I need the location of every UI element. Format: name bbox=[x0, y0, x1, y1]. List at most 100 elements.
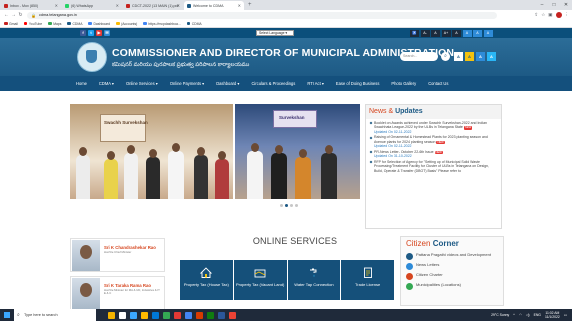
url-input[interactable]: 🔒 cdma.telangana.gov.in bbox=[27, 11, 497, 19]
notifications-icon[interactable]: ▭ bbox=[564, 313, 567, 317]
browser-tab[interactable]: Inbox - Mox (850) ✕ bbox=[1, 1, 61, 10]
slider-dot-active[interactable] bbox=[285, 204, 288, 207]
taskbar-app-icon[interactable] bbox=[119, 311, 126, 319]
search-icon[interactable]: ⌕ bbox=[441, 52, 450, 61]
taskbar-app-icon[interactable] bbox=[185, 311, 192, 319]
forward-icon[interactable]: → bbox=[10, 12, 17, 18]
citizen-corner-item[interactable]: Municipalities (Locations) bbox=[401, 281, 503, 291]
bookmark-item[interactable]: Dashboard bbox=[88, 22, 110, 26]
language-indicator[interactable]: ENG bbox=[534, 313, 541, 317]
bookmark-item[interactable]: CDMA bbox=[67, 22, 82, 26]
bookmark-item[interactable]: Gmail bbox=[4, 22, 18, 26]
accessibility-button[interactable]: A- bbox=[420, 29, 430, 37]
taskbar-app-icon[interactable] bbox=[108, 311, 115, 319]
minimize-icon[interactable]: – bbox=[536, 0, 548, 10]
taskbar-app-icon[interactable] bbox=[174, 311, 181, 319]
nav-item[interactable]: Online Payments ▾ bbox=[169, 81, 205, 86]
nav-item[interactable]: Online Services ▾ bbox=[125, 81, 159, 86]
maximize-icon[interactable]: □ bbox=[548, 0, 560, 10]
accessibility-button[interactable]: A+ bbox=[441, 29, 451, 37]
new-tab-button[interactable]: + bbox=[248, 1, 252, 10]
bookmark-item[interactable]: (Accounts) bbox=[116, 22, 137, 26]
tab-close-icon[interactable]: ✕ bbox=[177, 3, 180, 8]
tab-close-icon[interactable]: ✕ bbox=[55, 3, 58, 8]
person-figure bbox=[295, 149, 311, 199]
social-link-icon[interactable]: f bbox=[80, 30, 86, 36]
taskbar-search-input[interactable]: Type here to search bbox=[14, 309, 96, 321]
theme-button-white[interactable]: A bbox=[454, 52, 463, 61]
back-icon[interactable]: ← bbox=[3, 12, 10, 18]
accessibility-button[interactable]: ♿ bbox=[410, 29, 419, 37]
tab-close-icon[interactable]: ✕ bbox=[116, 3, 119, 8]
online-service-tile[interactable]: Property Tax (Vacant Land) bbox=[233, 260, 287, 300]
news-item[interactable]: Booklet on Awards achieved under Swachh … bbox=[369, 121, 498, 134]
online-service-tile[interactable]: Trade License bbox=[341, 260, 394, 300]
bookmark-item[interactable]: https://mcpdashboa... bbox=[143, 22, 181, 26]
leader-profile-card[interactable]: Sri K Taraka Rama Rao Hon'ble Minister fo… bbox=[70, 276, 165, 310]
theme-button-yellow[interactable]: A bbox=[465, 52, 474, 61]
social-link-icon[interactable]: ▶ bbox=[96, 30, 102, 36]
nav-item[interactable]: Dashboard ▾ bbox=[215, 81, 240, 86]
online-service-tile[interactable]: Water Tap Connection bbox=[287, 260, 341, 300]
nav-item[interactable]: CDMA ▾ bbox=[98, 81, 115, 86]
news-item[interactable]: PR-News Letter- October 22-6th Issue NEW U… bbox=[369, 150, 498, 159]
nav-item[interactable]: Ease of Doing Business bbox=[335, 81, 380, 86]
extensions-icon[interactable]: ▣ bbox=[548, 12, 552, 18]
nav-item[interactable]: Photo Gallery bbox=[390, 81, 417, 86]
nav-item[interactable]: RTI Act ▾ bbox=[306, 81, 325, 86]
browser-tab[interactable]: Welcome to CDMA ✕ bbox=[184, 1, 244, 10]
citizen-corner-item-label: Pattana Pragathi videos and Development bbox=[416, 251, 491, 257]
taskbar-app-icon[interactable] bbox=[218, 311, 225, 319]
site-search-input[interactable]: Search... bbox=[400, 52, 438, 61]
nav-item[interactable]: Home bbox=[75, 81, 88, 86]
volume-icon[interactable]: ◁) bbox=[526, 313, 530, 317]
bookmark-item[interactable]: Maps bbox=[48, 22, 61, 26]
slider-dot[interactable] bbox=[290, 204, 293, 207]
news-item[interactable]: Raising of Ornamental & Homestead Plants… bbox=[369, 135, 498, 148]
tab-close-icon[interactable]: ✕ bbox=[238, 3, 241, 8]
taskbar-app-icon[interactable] bbox=[229, 311, 236, 319]
taskbar-app-icon[interactable] bbox=[130, 311, 137, 319]
accessibility-button[interactable]: A bbox=[462, 29, 472, 37]
taskbar-app-icon[interactable] bbox=[141, 311, 148, 319]
taskbar-app-icon[interactable] bbox=[196, 311, 203, 319]
citizen-corner-item[interactable]: Citizen Charter bbox=[401, 271, 503, 281]
nav-item[interactable]: Contact Us bbox=[427, 81, 449, 86]
accessibility-button[interactable]: A bbox=[452, 29, 461, 37]
menu-icon[interactable]: ⋮ bbox=[565, 12, 570, 18]
taskbar-app-icon[interactable] bbox=[163, 311, 170, 319]
slider-dot[interactable] bbox=[280, 204, 283, 207]
wifi-icon[interactable]: ◠ bbox=[519, 313, 522, 317]
citizen-corner-item[interactable]: News Letters bbox=[401, 261, 503, 271]
close-window-icon[interactable]: ✕ bbox=[560, 0, 572, 10]
theme-button-cyan[interactable]: A bbox=[487, 52, 496, 61]
bookmark-item[interactable]: YouTube bbox=[23, 22, 42, 26]
taskbar-app-icon[interactable] bbox=[152, 311, 159, 319]
leader-profile-card[interactable]: Sri K Chandrashekar Rao Hon'ble Chief Min… bbox=[70, 238, 165, 272]
accessibility-button[interactable]: A bbox=[473, 29, 482, 37]
taskbar-app-icon[interactable] bbox=[207, 311, 214, 319]
social-link-icon[interactable]: t bbox=[88, 30, 94, 36]
online-service-tile[interactable]: Property Tax (House Tax) bbox=[180, 260, 233, 300]
profile-avatar[interactable] bbox=[555, 12, 562, 18]
bookmark-favicon-icon bbox=[4, 21, 8, 26]
news-item[interactable]: RFP for Selection of Agency for "Setting… bbox=[369, 160, 498, 173]
accessibility-button[interactable]: A bbox=[431, 29, 440, 37]
tray-chevron-icon[interactable]: ^ bbox=[513, 313, 515, 317]
reload-icon[interactable]: ↻ bbox=[17, 12, 24, 18]
theme-button-blue[interactable]: A bbox=[476, 52, 485, 61]
bookmark-item[interactable]: CDMA bbox=[186, 22, 202, 26]
browser-tab[interactable]: CDCT-2022 (13 MAIN (1).pdf ✕ bbox=[123, 1, 183, 10]
citizen-corner-item[interactable]: Pattana Pragathi videos and Development bbox=[401, 251, 503, 261]
accessibility-button[interactable]: A bbox=[483, 29, 493, 37]
weather-text[interactable]: 29°C Sunny bbox=[491, 313, 509, 317]
share-icon[interactable]: ⇪ bbox=[534, 12, 538, 18]
language-select[interactable]: Select Language ▾ bbox=[256, 30, 294, 36]
star-icon[interactable]: ☆ bbox=[541, 12, 545, 18]
windows-start-icon[interactable] bbox=[0, 309, 14, 321]
browser-tab[interactable]: (6) WhatsApp ✕ bbox=[62, 1, 122, 10]
social-link-icon[interactable]: ✉ bbox=[104, 30, 110, 36]
slider-dot[interactable] bbox=[295, 204, 298, 207]
nav-item[interactable]: Circulars & Proceedings bbox=[250, 81, 296, 86]
clock[interactable]: 11:02 AM 11/1/2022 bbox=[545, 311, 560, 319]
